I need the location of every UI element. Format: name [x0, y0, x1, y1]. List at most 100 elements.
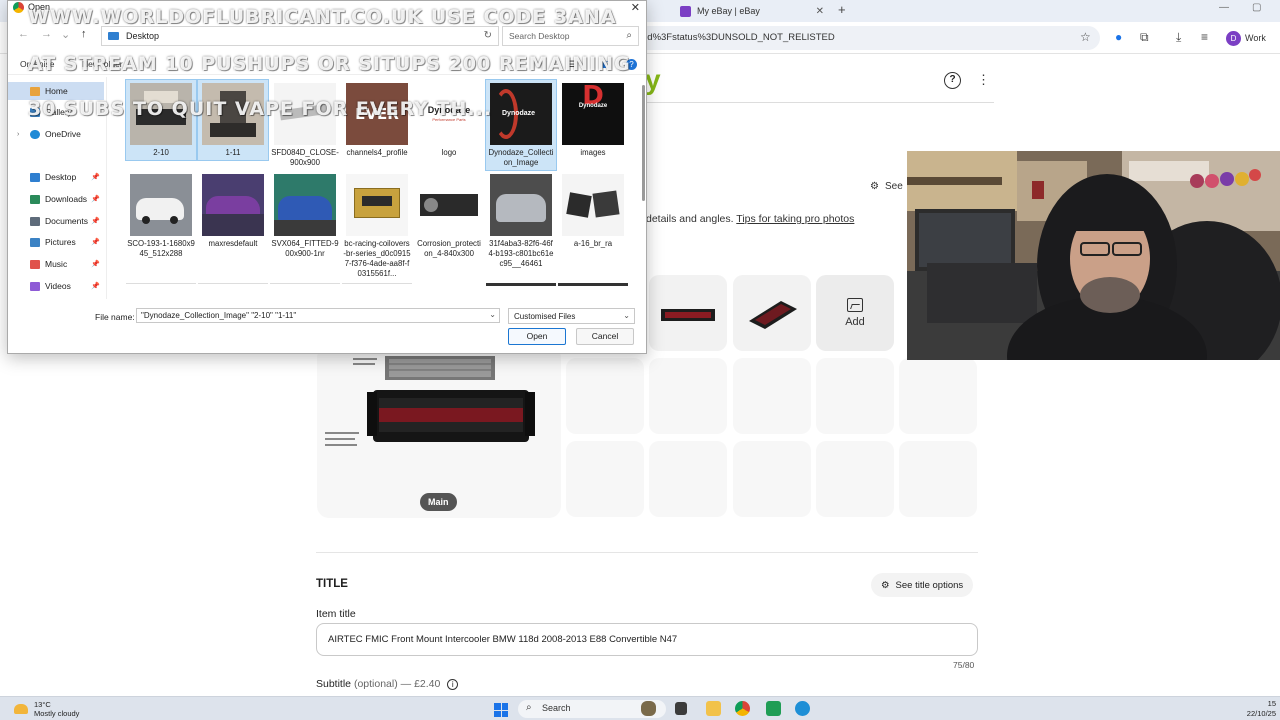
- cancel-button[interactable]: Cancel: [576, 328, 634, 345]
- expand-chevron-icon[interactable]: ›: [17, 131, 19, 138]
- nav-item-label: Home: [45, 86, 68, 96]
- file-item[interactable]: SCO-193-1-1680x945_512x288: [126, 171, 196, 261]
- refresh-icon[interactable]: ↻: [484, 30, 492, 41]
- clock-date: 22/10/25: [1246, 709, 1276, 718]
- file-item[interactable]: Dynodaze Performance Parts logo: [414, 80, 484, 160]
- file-item[interactable]: a-16_br_ra: [558, 171, 628, 251]
- widget-animal-icon[interactable]: [641, 701, 656, 716]
- pro-photos-link[interactable]: Tips for taking pro photos: [736, 213, 854, 225]
- nav-item-desktop[interactable]: Desktop 📌: [8, 168, 104, 186]
- close-tab-icon[interactable]: ✕: [816, 6, 824, 17]
- more-options-icon[interactable]: ⋮: [977, 72, 990, 88]
- back-arrow-icon[interactable]: ←: [18, 28, 29, 40]
- vertical-scrollbar[interactable]: [642, 85, 645, 201]
- thumb-text: Dynodaze: [502, 110, 536, 117]
- task-view-icon[interactable]: [675, 702, 687, 715]
- start-menu-icon[interactable]: [494, 703, 508, 717]
- file-item[interactable]: maxresdefault: [198, 171, 268, 251]
- file-name: 1-11: [225, 148, 241, 157]
- tab-my-ebay[interactable]: My eBay | eBay ✕: [672, 1, 832, 21]
- photo-slot[interactable]: [733, 275, 811, 351]
- empty-photo-slot[interactable]: [816, 441, 894, 517]
- nav-item-music[interactable]: Music 📌: [8, 255, 104, 273]
- empty-photo-slot[interactable]: [566, 358, 644, 434]
- search-input[interactable]: Search Desktop ⌕: [502, 26, 639, 46]
- forward-arrow-icon[interactable]: →: [41, 28, 52, 40]
- file-name: SCO-193-1-1680x945_512x288: [127, 239, 195, 258]
- nav-item-downloads[interactable]: Downloads 📌: [8, 190, 104, 208]
- nav-item-label: OneDrive: [45, 129, 81, 139]
- address-bar[interactable]: ed%3Fstatus%3DUNSOLD_NOT_RELISTED: [580, 26, 1100, 50]
- nav-item-videos[interactable]: Videos 📌: [8, 277, 104, 295]
- empty-photo-slot[interactable]: [649, 441, 727, 517]
- open-button[interactable]: Open: [508, 328, 566, 345]
- help-icon[interactable]: ?: [944, 72, 961, 89]
- ebay-logo[interactable]: y: [645, 64, 661, 96]
- caption-line-3: 30 SUBS TO QUIT VAPE FOR EVERY TH...: [28, 98, 493, 120]
- chrome-icon[interactable]: [735, 701, 750, 716]
- nav-item-onedrive[interactable]: › OneDrive: [8, 125, 104, 143]
- add-photo-button[interactable]: Add: [816, 275, 894, 351]
- taskbar-search-label: Search: [542, 703, 571, 713]
- file-item[interactable]: [342, 283, 412, 303]
- file-item[interactable]: [270, 283, 340, 303]
- file-name-input[interactable]: "Dynodaze_Collection_Image" "2-10" "1-11…: [136, 308, 500, 323]
- recent-chevron-icon[interactable]: ⌄: [61, 28, 70, 41]
- extension-icon[interactable]: ●: [1115, 30, 1122, 44]
- system-clock[interactable]: 15 22/10/25: [1247, 699, 1276, 719]
- close-dialog-icon[interactable]: ✕: [631, 1, 640, 14]
- new-tab-button[interactable]: +: [838, 2, 846, 17]
- item-title-input[interactable]: AIRTEC FMIC Front Mount Intercooler BMW …: [316, 623, 978, 656]
- file-name: logo: [441, 148, 457, 157]
- empty-photo-slot[interactable]: [816, 358, 894, 434]
- file-item[interactable]: Corrosion_protection_4-840x300: [414, 171, 484, 261]
- profile-button[interactable]: D Work: [1226, 28, 1266, 48]
- file-item[interactable]: [198, 283, 268, 303]
- file-item[interactable]: [558, 283, 628, 303]
- file-name: Corrosion_protection_4-840x300: [417, 239, 481, 258]
- info-icon[interactable]: i: [447, 679, 459, 690]
- empty-photo-slot[interactable]: [733, 441, 811, 517]
- file-item[interactable]: SFD084D_CLOSE-900x900: [270, 80, 340, 170]
- file-item[interactable]: 31f4aba3-82f6-46f4-b193-c801bc61ec95__46…: [486, 171, 556, 271]
- file-item[interactable]: bc-racing-coilovers-br-series_d0c09157-f…: [342, 171, 412, 281]
- webcam-feed-image: [907, 151, 1280, 360]
- maximize-icon[interactable]: ▢: [1252, 2, 1261, 13]
- empty-photo-slot[interactable]: [566, 441, 644, 517]
- file-item[interactable]: EVER channels4_profile: [342, 80, 412, 160]
- extensions-puzzle-icon[interactable]: ⧉: [1140, 30, 1149, 45]
- weather-widget[interactable]: 13°C Mostly cloudy: [14, 700, 79, 718]
- edge-icon[interactable]: [795, 701, 810, 716]
- file-item[interactable]: [486, 283, 556, 303]
- empty-photo-slot[interactable]: [649, 358, 727, 434]
- photo-slot[interactable]: [649, 275, 727, 351]
- file-name: SVX064_FITTED-900x900-1nr: [271, 239, 339, 258]
- tab-search-icon[interactable]: ≡: [1201, 30, 1208, 44]
- file-item[interactable]: 1-11: [197, 79, 269, 161]
- nav-item-documents[interactable]: Documents 📌: [8, 212, 104, 230]
- empty-photo-slot[interactable]: [899, 358, 977, 434]
- downloads-icon[interactable]: ⤓: [1176, 30, 1181, 45]
- main-photo[interactable]: Main: [317, 346, 561, 518]
- empty-photo-slot[interactable]: [733, 358, 811, 434]
- see-title-options-button[interactable]: ⚙ See title options: [871, 573, 974, 597]
- file-item[interactable]: D Dynodaze images: [558, 80, 628, 160]
- up-arrow-icon[interactable]: ↑: [81, 28, 87, 40]
- empty-photo-slot[interactable]: [899, 441, 977, 517]
- file-item[interactable]: Dynodaze Dynodaze_Collection_Image: [485, 79, 557, 171]
- minimize-icon[interactable]: —: [1219, 2, 1229, 13]
- file-explorer-icon[interactable]: [706, 701, 721, 716]
- bookmark-star-icon[interactable]: ☆: [1080, 30, 1091, 44]
- nav-item-pictures[interactable]: Pictures 📌: [8, 233, 104, 251]
- chevron-down-icon[interactable]: ⌄: [489, 310, 496, 319]
- file-item[interactable]: SVX064_FITTED-900x900-1nr: [270, 171, 340, 261]
- path-bar[interactable]: Desktop ↻: [101, 26, 499, 46]
- file-name-label: File name:: [95, 312, 135, 322]
- file-type-select[interactable]: Customised Files ⌄: [508, 308, 635, 324]
- file-item[interactable]: [126, 283, 196, 303]
- subtitle-optional: (optional): [353, 678, 398, 690]
- intercooler-angle-photo: [749, 301, 797, 329]
- app-icon[interactable]: [766, 701, 781, 716]
- see-photo-options-button[interactable]: ⚙ See: [870, 181, 903, 192]
- file-item[interactable]: 2-10: [125, 79, 197, 161]
